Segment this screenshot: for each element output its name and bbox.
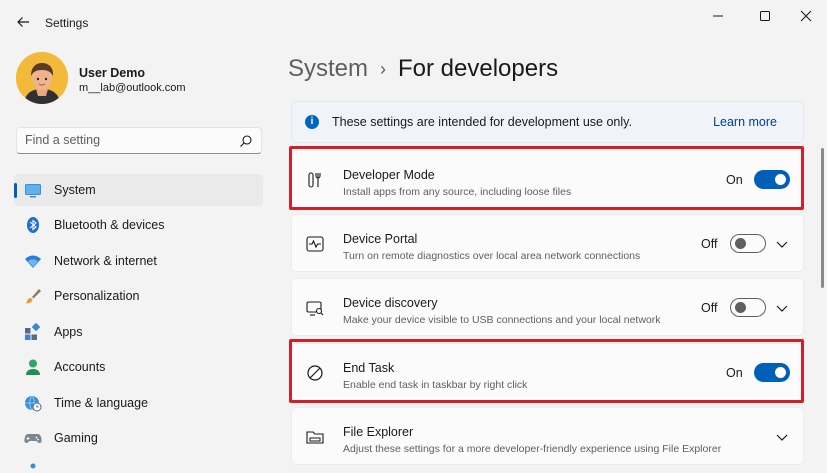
sidebar-item-time-language[interactable]: Time & language (14, 387, 263, 419)
info-text: These settings are intended for developm… (332, 115, 632, 129)
setting-end-task: End Task Enable end task in taskbar by r… (291, 343, 804, 401)
setting-title: Device Portal (343, 232, 418, 246)
sidebar-item-apps[interactable]: Apps (14, 316, 263, 348)
sidebar-item-partial (24, 462, 42, 473)
title-bar: Settings (0, 0, 827, 44)
chevron-down-icon[interactable] (775, 430, 789, 444)
setting-title: Developer Mode (343, 168, 435, 182)
setting-title: Device discovery (343, 296, 438, 310)
close-button[interactable] (786, 4, 826, 28)
close-icon (800, 10, 812, 22)
scrollbar-thumb[interactable] (821, 148, 824, 288)
toggle-knob (735, 302, 746, 313)
developer-tools-icon (308, 172, 321, 188)
sidebar-item-label: Gaming (54, 431, 98, 445)
setting-device-portal[interactable]: Device Portal Turn on remote diagnostics… (291, 214, 804, 272)
sidebar-item-label: Time & language (54, 396, 149, 410)
sidebar-item-personalization[interactable]: Personalization (14, 280, 263, 312)
chevron-down-icon[interactable] (775, 237, 789, 251)
sidebar-item-label: Apps (54, 325, 83, 339)
setting-description: Turn on remote diagnostics over local ar… (343, 250, 641, 262)
wifi-icon (25, 255, 41, 268)
person-icon (26, 359, 40, 375)
user-email: m__lab@outlook.com (79, 82, 186, 94)
page-title: For developers (398, 55, 559, 82)
search-box[interactable] (16, 127, 262, 154)
user-name: User Demo (79, 66, 145, 80)
sidebar-item-accounts[interactable]: Accounts (14, 351, 263, 383)
maximize-icon (760, 11, 770, 21)
sidebar-item-label: Network & internet (54, 254, 157, 268)
sidebar-item-label: Accounts (54, 360, 106, 374)
sidebar-item-system[interactable]: System (14, 174, 263, 206)
breadcrumb-parent[interactable]: System (288, 55, 368, 83)
setting-developer-mode: Developer Mode Install apps from any sou… (291, 150, 804, 208)
apps-icon (25, 323, 41, 340)
toggle-knob (775, 367, 786, 378)
toggle-state-label: Off (701, 237, 718, 251)
folder-drive-icon (306, 431, 324, 444)
arrow-left-icon (17, 17, 29, 27)
setting-title: File Explorer (343, 425, 414, 439)
setting-title: End Task (343, 361, 395, 375)
info-banner: i These settings are intended for develo… (291, 101, 804, 143)
device-discovery-toggle[interactable] (730, 298, 766, 317)
search-input[interactable] (25, 133, 225, 147)
app-title: Settings (45, 16, 89, 30)
toggle-state-label: On (726, 366, 743, 380)
device-portal-toggle[interactable] (730, 234, 766, 253)
setting-description: Enable end task in taskbar by right clic… (343, 379, 528, 391)
minimize-icon (713, 15, 723, 17)
gamepad-icon (24, 434, 42, 443)
setting-description: Install apps from any source, including … (343, 186, 572, 198)
toggle-state-label: On (726, 173, 743, 187)
search-icon[interactable] (239, 134, 253, 148)
globe-clock-icon (25, 395, 42, 412)
avatar[interactable] (16, 52, 68, 104)
setting-device-discovery[interactable]: Device discovery Make your device visibl… (291, 278, 804, 336)
toggle-knob (735, 238, 746, 249)
end-task-toggle[interactable] (754, 363, 790, 382)
sidebar-item-network[interactable]: Network & internet (14, 245, 263, 277)
pulse-monitor-icon (306, 236, 324, 252)
sidebar-item-label: Bluetooth & devices (54, 218, 165, 232)
breadcrumb: System › For developers (288, 53, 558, 85)
setting-file-explorer[interactable]: File Explorer Adjust these settings for … (291, 407, 804, 465)
device-search-icon (306, 301, 324, 316)
block-icon (307, 365, 323, 381)
developer-mode-toggle[interactable] (754, 170, 790, 189)
monitor-icon (25, 184, 41, 198)
setting-description: Make your device visible to USB connecti… (343, 314, 661, 326)
selected-indicator (14, 183, 17, 198)
breadcrumb-separator: › (380, 58, 387, 79)
toggle-knob (775, 174, 786, 185)
sidebar-item-label: System (54, 183, 96, 197)
back-button[interactable] (10, 10, 36, 34)
accessibility-icon (30, 463, 36, 469)
minimize-button[interactable] (698, 4, 738, 28)
info-icon: i (305, 115, 319, 129)
maximize-button[interactable] (745, 4, 785, 28)
toggle-state-label: Off (701, 301, 718, 315)
user-avatar-icon (16, 52, 68, 104)
learn-more-link[interactable]: Learn more (713, 115, 777, 129)
setting-description: Adjust these settings for a more develop… (343, 443, 722, 455)
sidebar-item-gaming[interactable]: Gaming (14, 422, 263, 454)
sidebar-item-bluetooth[interactable]: Bluetooth & devices (14, 209, 263, 241)
brush-icon (25, 289, 41, 304)
sidebar-item-label: Personalization (54, 289, 140, 303)
bluetooth-icon (27, 217, 39, 233)
chevron-down-icon[interactable] (775, 301, 789, 315)
